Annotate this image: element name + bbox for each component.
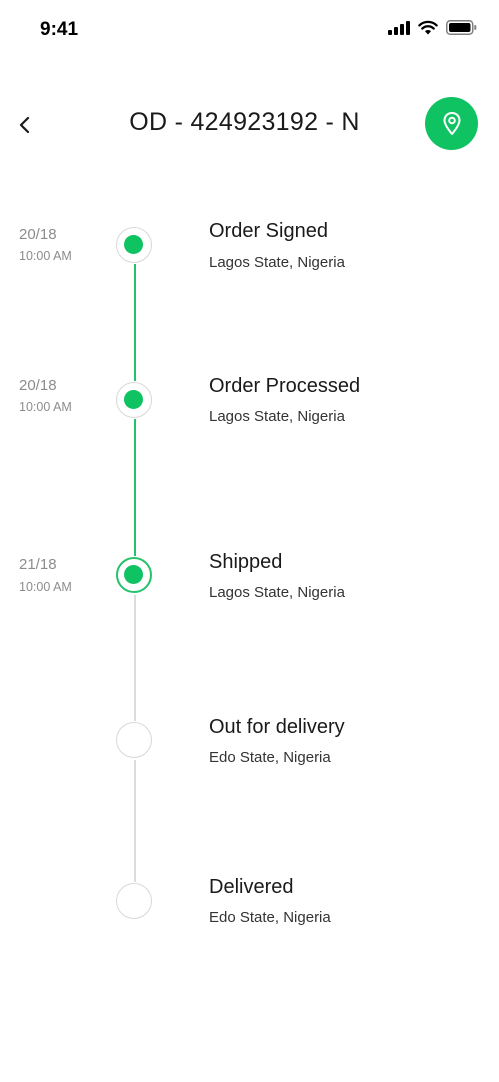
step-current-node: [116, 557, 152, 593]
step-title: Order Signed: [209, 220, 328, 242]
timeline-connector-done: [134, 264, 136, 381]
step-dot: [124, 565, 143, 584]
step-time: 10:00 AM: [19, 580, 72, 594]
step-title: Order Processed: [209, 375, 361, 397]
order-timeline: 20/18 10:00 AM Order Signed Lagos State,…: [0, 0, 499, 1082]
step-location: Edo State, Nigeria: [209, 909, 331, 926]
step-location: Lagos State, Nigeria: [209, 254, 345, 271]
step-location: Lagos State, Nigeria: [209, 408, 345, 425]
step-done-node: [116, 227, 152, 263]
step-done-node: [116, 382, 152, 418]
step-title: Shipped: [209, 551, 283, 573]
step-time: 10:00 AM: [19, 400, 72, 414]
step-dot: [124, 390, 143, 409]
step-location: Lagos State, Nigeria: [209, 584, 345, 601]
step-title: Out for delivery: [209, 716, 345, 738]
step-pending-node: [116, 883, 152, 919]
step-date: 21/18: [19, 556, 57, 573]
step-location: Edo State, Nigeria: [209, 749, 331, 766]
timeline-connector-done: [134, 419, 136, 556]
timeline-connector-pending: [134, 760, 136, 882]
step-pending-node: [116, 722, 152, 758]
step-dot: [124, 235, 143, 254]
step-date: 20/18: [19, 377, 57, 394]
timeline-connector-pending: [134, 595, 136, 721]
step-date: 20/18: [19, 226, 57, 243]
step-title: Delivered: [209, 876, 294, 898]
step-time: 10:00 AM: [19, 249, 72, 263]
